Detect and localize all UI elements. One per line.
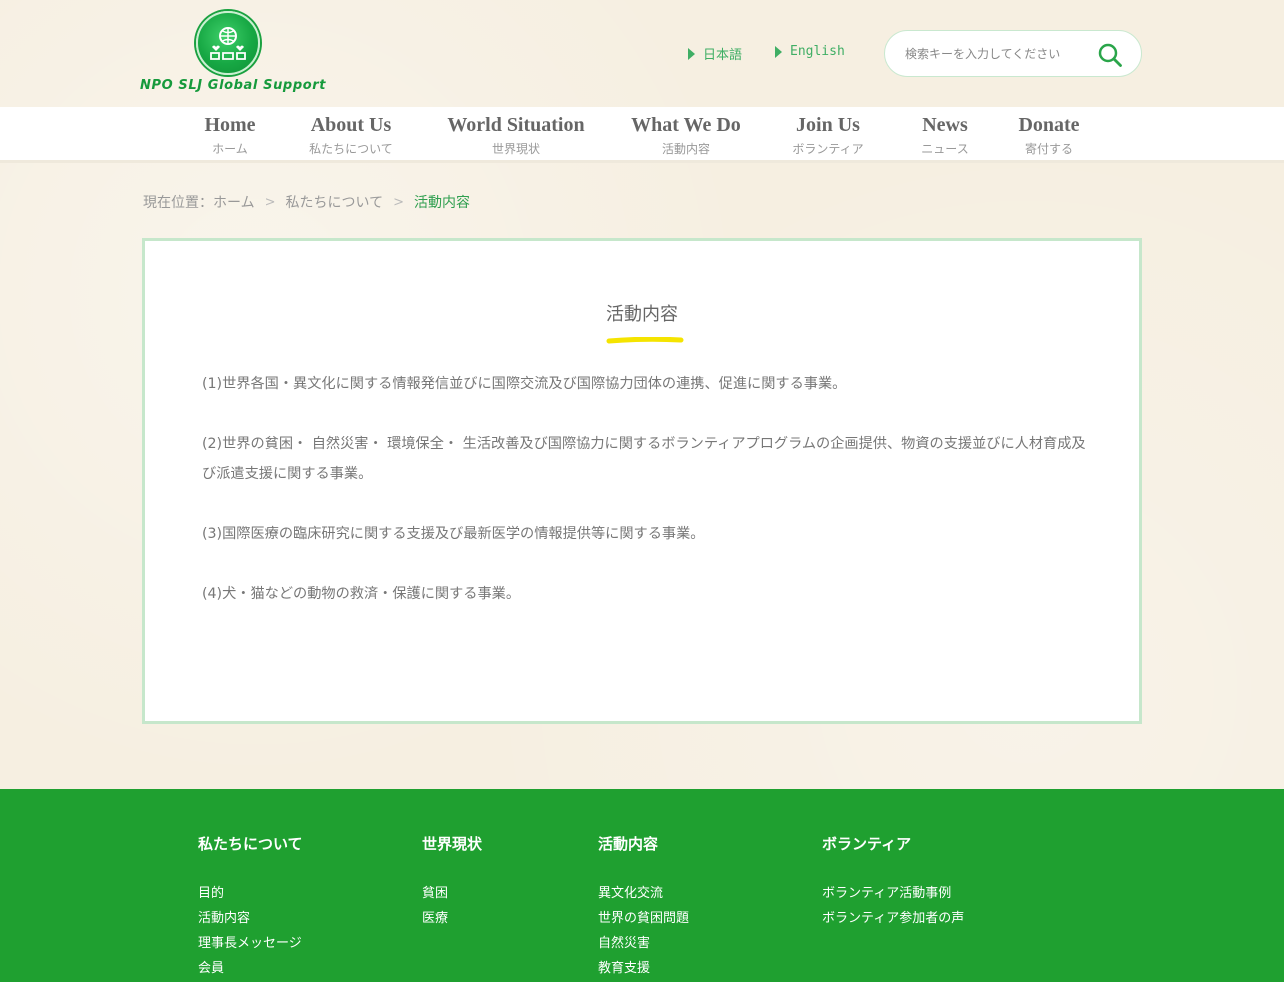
language-english-link[interactable]: English — [775, 44, 845, 59]
breadcrumb-current: 活動内容 — [414, 195, 470, 211]
search-box — [884, 30, 1142, 77]
nav-item-sublabel: 私たちについて — [309, 142, 393, 156]
footer-link[interactable]: 活動内容 — [198, 906, 303, 931]
nav-item-sublabel: ホーム — [212, 142, 248, 156]
language-label: 日本語 — [703, 48, 743, 63]
footer-link[interactable]: ボランティア参加者の声 — [822, 906, 964, 931]
breadcrumb-home[interactable]: ホーム — [213, 192, 255, 212]
footer-link[interactable]: 自然災害 — [598, 931, 689, 956]
nav-item-label: News — [922, 114, 968, 136]
site-logo[interactable]: NPO SLJ Global Support — [140, 10, 327, 98]
nav-item-news[interactable]: News ニュース — [910, 107, 980, 163]
nav-item-label: What We Do — [631, 114, 741, 136]
activity-paragraph-1: (1)世界各国・異文化に関する情報発信並びに国際交流及び国際協力団体の連携、促進… — [202, 376, 847, 392]
footer-column-heading[interactable]: ボランティア — [822, 833, 964, 854]
footer-link[interactable]: 貧困 — [422, 881, 482, 906]
footer-link[interactable]: 理事長メッセージ — [198, 931, 303, 956]
nav-item-sublabel: 寄付する — [1024, 142, 1073, 156]
nav-item-sublabel: ボランティア — [792, 142, 864, 156]
nav-item-about[interactable]: About Us 私たちについて — [295, 107, 407, 163]
globe-hands-logo-icon — [196, 11, 260, 75]
language-label: English — [790, 44, 845, 59]
nav-item-label: Home — [204, 114, 256, 136]
footer-link[interactable]: 目的 — [198, 881, 303, 906]
nav-item-label: Donate — [1018, 114, 1080, 136]
nav-item-donate[interactable]: Donate 寄付する — [1012, 107, 1086, 163]
activity-paragraph-2: (2)世界の貧困・ 自然災害・ 環境保全・ 生活改善及び国際協力に関するボランテ… — [202, 436, 1100, 482]
nav-item-home[interactable]: Home ホーム — [190, 107, 270, 163]
footer-column-heading[interactable]: 私たちについて — [198, 833, 303, 854]
footer-link[interactable]: 世界の貧困問題 — [598, 906, 689, 931]
nav-item-label: World Situation — [447, 114, 585, 136]
footer-link[interactable]: 教育支援 — [598, 956, 689, 981]
footer-column-heading[interactable]: 活動内容 — [598, 833, 689, 854]
chevron-right-icon: > — [393, 194, 404, 210]
footer-link[interactable]: ボランティア活動事例 — [822, 881, 964, 906]
footer-column-activities: 活動内容 異文化交流 世界の貧困問題 自然災害 教育支援 — [598, 833, 689, 981]
footer-column-world: 世界現状 貧困 医療 — [422, 833, 482, 931]
activity-paragraph-4: (4)犬・猫などの動物の救済・保護に関する事業。 — [202, 586, 521, 602]
footer-link[interactable]: 医療 — [422, 906, 482, 931]
nav-item-sublabel: 世界現状 — [491, 142, 540, 156]
nav-item-label: About Us — [310, 114, 392, 136]
play-triangle-icon — [775, 45, 782, 58]
title-underline-decoration — [606, 337, 684, 344]
footer-column-about: 私たちについて 目的 活動内容 理事長メッセージ 会員 — [198, 833, 303, 981]
nav-item-sublabel: ニュース — [921, 142, 969, 156]
nav-item-sublabel: 活動内容 — [661, 142, 710, 156]
main-nav: Home ホーム About Us 私たちについて World Situatio… — [0, 107, 1284, 163]
breadcrumb: 現在位置： ホーム > 私たちについて > 活動内容 — [143, 192, 470, 212]
footer-column-heading[interactable]: 世界現状 — [422, 833, 482, 854]
site-header: NPO SLJ Global Support 日本語 English — [0, 0, 1284, 107]
play-triangle-icon — [688, 47, 695, 60]
site-footer: 私たちについて 目的 活動内容 理事長メッセージ 会員 世界現状 貧困 医療 活… — [0, 789, 1284, 982]
search-icon[interactable] — [1097, 42, 1123, 68]
breadcrumb-prefix: 現在位置： — [143, 195, 213, 211]
language-japanese-link[interactable]: 日本語 — [688, 44, 742, 63]
breadcrumb-about[interactable]: 私たちについて — [286, 192, 384, 212]
search-input[interactable] — [905, 44, 1095, 64]
footer-link[interactable]: 異文化交流 — [598, 881, 689, 906]
page-title: 活動内容 — [606, 304, 678, 325]
nav-item-world-situation[interactable]: World Situation 世界現状 — [440, 107, 592, 163]
chevron-right-icon: > — [264, 194, 276, 210]
logo-text: NPO SLJ Global Support — [140, 78, 327, 93]
content-panel: 活動内容 (1)世界各国・異文化に関する情報発信並びに国際交流及び国際協力団体の… — [142, 238, 1142, 724]
nav-item-label: Join Us — [796, 114, 860, 136]
footer-link[interactable]: 会員 — [198, 956, 303, 981]
nav-item-what-we-do[interactable]: What We Do 活動内容 — [624, 107, 748, 163]
activity-paragraph-3: (3)国際医療の臨床研究に関する支援及び最新医学の情報提供等に関する事業。 — [202, 526, 705, 542]
nav-item-join-us[interactable]: Join Us ボランティア — [780, 107, 876, 163]
footer-column-volunteer: ボランティア ボランティア活動事例 ボランティア参加者の声 — [822, 833, 964, 931]
